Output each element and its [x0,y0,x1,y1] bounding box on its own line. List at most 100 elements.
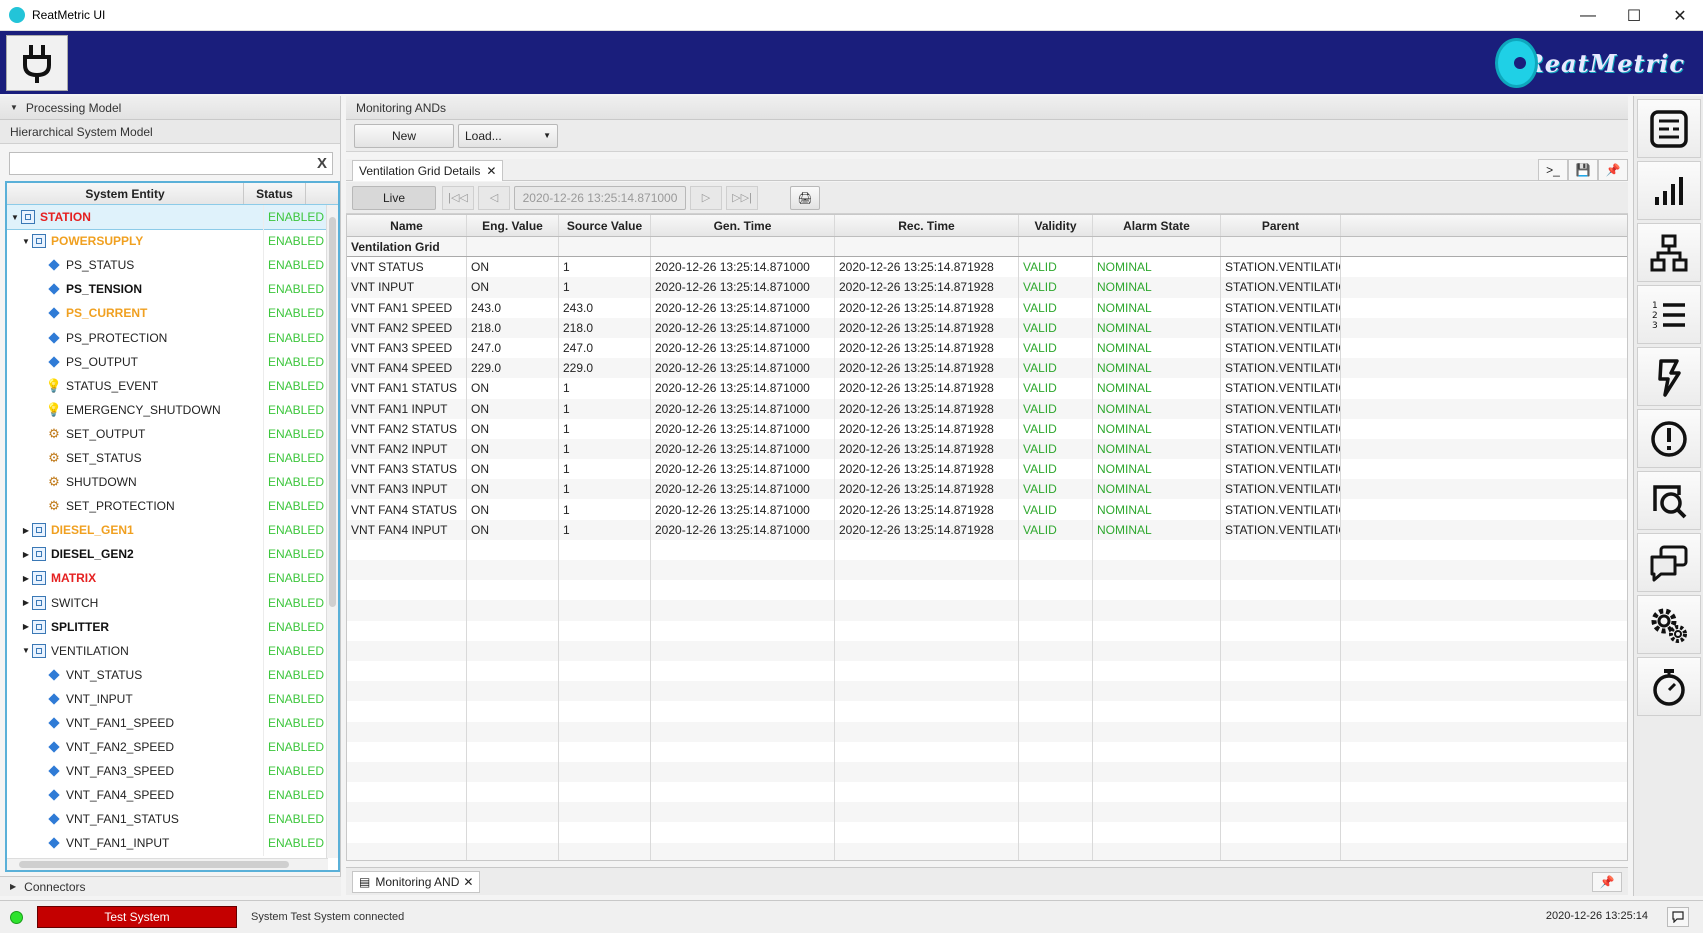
processing-model-header[interactable]: ▼ Processing Model [0,96,340,120]
grid-column-header[interactable]: Source Value [559,215,651,236]
tree-row[interactable]: VNT_FAN1_INPUT ENABLED [7,831,338,856]
clear-filter-icon[interactable]: X [317,155,327,172]
new-button[interactable]: New [354,123,454,148]
tree-row[interactable]: PS_CURRENT ENABLED [7,301,338,326]
tab-ventilation-grid[interactable]: Ventilation Grid Details ✕ [352,160,504,181]
grid-column-header[interactable]: Name [347,215,467,236]
col-system-entity[interactable]: System Entity [7,183,244,204]
load-dropdown[interactable]: Load... ▼ [458,123,558,148]
grid-row[interactable]: VNT FAN4 INPUT ON 1 2020-12-26 13:25:14.871… [347,519,1627,540]
print-button[interactable]: 🖨 [790,185,820,210]
connectors-header[interactable]: ▶ Connectors [0,876,341,896]
charts-button[interactable] [1637,161,1701,220]
live-button[interactable]: Live [352,185,436,210]
tree-row[interactable]: ▼ VENTILATION ENABLED [7,638,338,663]
grid-row[interactable]: VNT FAN1 STATUS ON 1 2020-12-26 13:25:14.87… [347,378,1627,399]
grid-row[interactable]: VNT FAN1 INPUT ON 1 2020-12-26 13:25:14.871… [347,398,1627,419]
grid-column-header[interactable]: Eng. Value [467,215,559,236]
messages-icon[interactable] [1667,907,1689,927]
tree-row[interactable]: ▼ POWERSUPPLY ENABLED [7,229,338,254]
grid-row[interactable]: VNT FAN1 SPEED 243.0 243.0 2020-12-26 13:25… [347,297,1627,318]
filter-input[interactable] [10,153,300,174]
grid-column-header[interactable]: Validity [1019,215,1093,236]
tab-close-icon[interactable]: ✕ [486,164,496,178]
tree-toggle-icon[interactable]: ▶ [20,598,32,607]
tree-toggle-icon[interactable]: ▶ [20,550,32,559]
col-status[interactable]: Status [244,183,306,204]
tree-row[interactable]: ▶ DIESEL_GEN1 ENABLED [7,518,338,543]
step-forward-icon[interactable]: ▷ [690,185,722,210]
grid-row[interactable]: VNT FAN2 SPEED 218.0 218.0 2020-12-26 13:25… [347,317,1627,338]
tree-row[interactable]: VNT_FAN2_SPEED ENABLED [7,735,338,760]
tree-row[interactable]: ⚙ SET_OUTPUT ENABLED [7,421,338,446]
tree-row[interactable]: 💡 EMERGENCY_SHUTDOWN ENABLED [7,397,338,422]
tree-toggle-icon[interactable]: ▼ [20,646,32,655]
tree-row[interactable]: VNT_FAN3_SPEED ENABLED [7,759,338,784]
tree-row[interactable]: VNT_FAN1_SPEED ENABLED [7,710,338,736]
tree-row[interactable]: ▶ DIESEL_GEN2 ENABLED [7,542,338,567]
hscroll-thumb[interactable] [19,861,289,868]
tree-row[interactable]: ⚙ SHUTDOWN ENABLED [7,470,338,495]
grid-row[interactable]: VNT FAN2 STATUS ON 1 2020-12-26 13:25:14.87… [347,418,1627,439]
hierarchical-model-header[interactable]: Hierarchical System Model [0,120,340,144]
scheduler-button[interactable] [1637,657,1701,716]
tree-toggle-icon[interactable]: ▼ [20,237,32,246]
tree-toggle-icon[interactable]: ▶ [20,526,32,535]
tree-row[interactable]: ▶ SPLITTER ENABLED [7,614,338,639]
close-button[interactable]: ✕ [1657,0,1703,31]
list-button[interactable]: 123 [1637,285,1701,344]
tree-toggle-icon[interactable]: ▶ [20,622,32,631]
tree-row[interactable]: PS_PROTECTION ENABLED [7,325,338,350]
connect-button[interactable] [6,35,68,91]
tab-close-icon[interactable]: ✕ [463,875,473,889]
dashboard-button[interactable] [1637,99,1701,158]
grid-row[interactable]: VNT FAN3 SPEED 247.0 247.0 2020-12-26 13:25… [347,337,1627,359]
time-selector[interactable]: 2020-12-26 13:25:14.871000 [514,185,686,210]
activity-button[interactable] [1637,347,1701,406]
model-button[interactable] [1637,223,1701,282]
tree-row[interactable]: PS_OUTPUT ENABLED [7,349,338,374]
tree-row[interactable]: ▶ MATRIX ENABLED [7,566,338,591]
minimize-button[interactable]: — [1565,0,1611,31]
pin-icon[interactable]: 📌 [1592,872,1622,892]
grid-row[interactable]: VNT INPUT ON 1 2020-12-26 13:25:14.871000 20… [347,277,1627,298]
tree-row[interactable]: ⚙ SET_STATUS ENABLED [7,445,338,471]
grid-column-header[interactable]: Gen. Time [651,215,835,236]
vscroll-thumb[interactable] [329,217,336,607]
go-to-start-icon[interactable]: |◁◁ [442,185,474,210]
grid-row[interactable]: VNT FAN4 SPEED 229.0 229.0 2020-12-26 13:25… [347,358,1627,379]
grid-column-header[interactable]: Rec. Time [835,215,1019,236]
tree-row[interactable]: 💡 STATUS_EVENT ENABLED [7,373,338,398]
console-icon[interactable]: >_ [1538,159,1568,181]
grid-row[interactable]: VNT STATUS ON 1 2020-12-26 13:25:14.871000 2… [347,257,1627,278]
go-to-end-icon[interactable]: ▷▷| [726,185,758,210]
tree-row[interactable]: ▶ SWITCH ENABLED [7,590,338,615]
tree-row[interactable]: VNT_FAN1_STATUS ENABLED [7,807,338,832]
tree-row[interactable]: VNT_FAN4_SPEED ENABLED [7,783,338,808]
grid-column-header[interactable]: Alarm State [1093,215,1221,236]
grid-row[interactable]: VNT FAN3 INPUT ON 1 2020-12-26 13:25:14.871… [347,479,1627,500]
tree-row[interactable]: PS_TENSION ENABLED [7,277,338,302]
search-button[interactable] [1637,471,1701,530]
grid-row[interactable]: VNT FAN2 INPUT ON 1 2020-12-26 13:25:14.871… [347,438,1627,460]
alarms-button[interactable] [1637,409,1701,468]
tree-hscrollbar[interactable] [7,858,328,870]
grid-row[interactable]: VNT FAN4 STATUS ON 1 2020-12-26 13:25:14.87… [347,499,1627,520]
tree-row[interactable]: ▼ STATION ENABLED [7,203,338,231]
tree-row[interactable]: VNT_INPUT ENABLED [7,686,338,711]
save-icon[interactable]: 💾 [1568,159,1598,181]
tab-monitoring-and[interactable]: ▤ Monitoring AND ✕ [352,871,481,893]
maximize-button[interactable]: ☐ [1611,0,1657,31]
tree-row[interactable]: PS_STATUS ENABLED [7,253,338,278]
tree-vscrollbar[interactable] [326,205,338,858]
step-back-icon[interactable]: ◁ [478,185,510,210]
messages-button[interactable] [1637,533,1701,592]
pin-icon[interactable]: 📌 [1598,159,1628,181]
system-status-button[interactable]: Test System [37,906,237,928]
tree-toggle-icon[interactable]: ▼ [9,213,21,222]
tree-row[interactable]: ⚙ SET_PROTECTION ENABLED [7,494,338,519]
tree-row[interactable]: VNT_STATUS ENABLED [7,662,338,687]
grid-column-header[interactable]: Parent [1221,215,1341,236]
settings-button[interactable] [1637,595,1701,654]
tree-toggle-icon[interactable]: ▶ [20,574,32,583]
